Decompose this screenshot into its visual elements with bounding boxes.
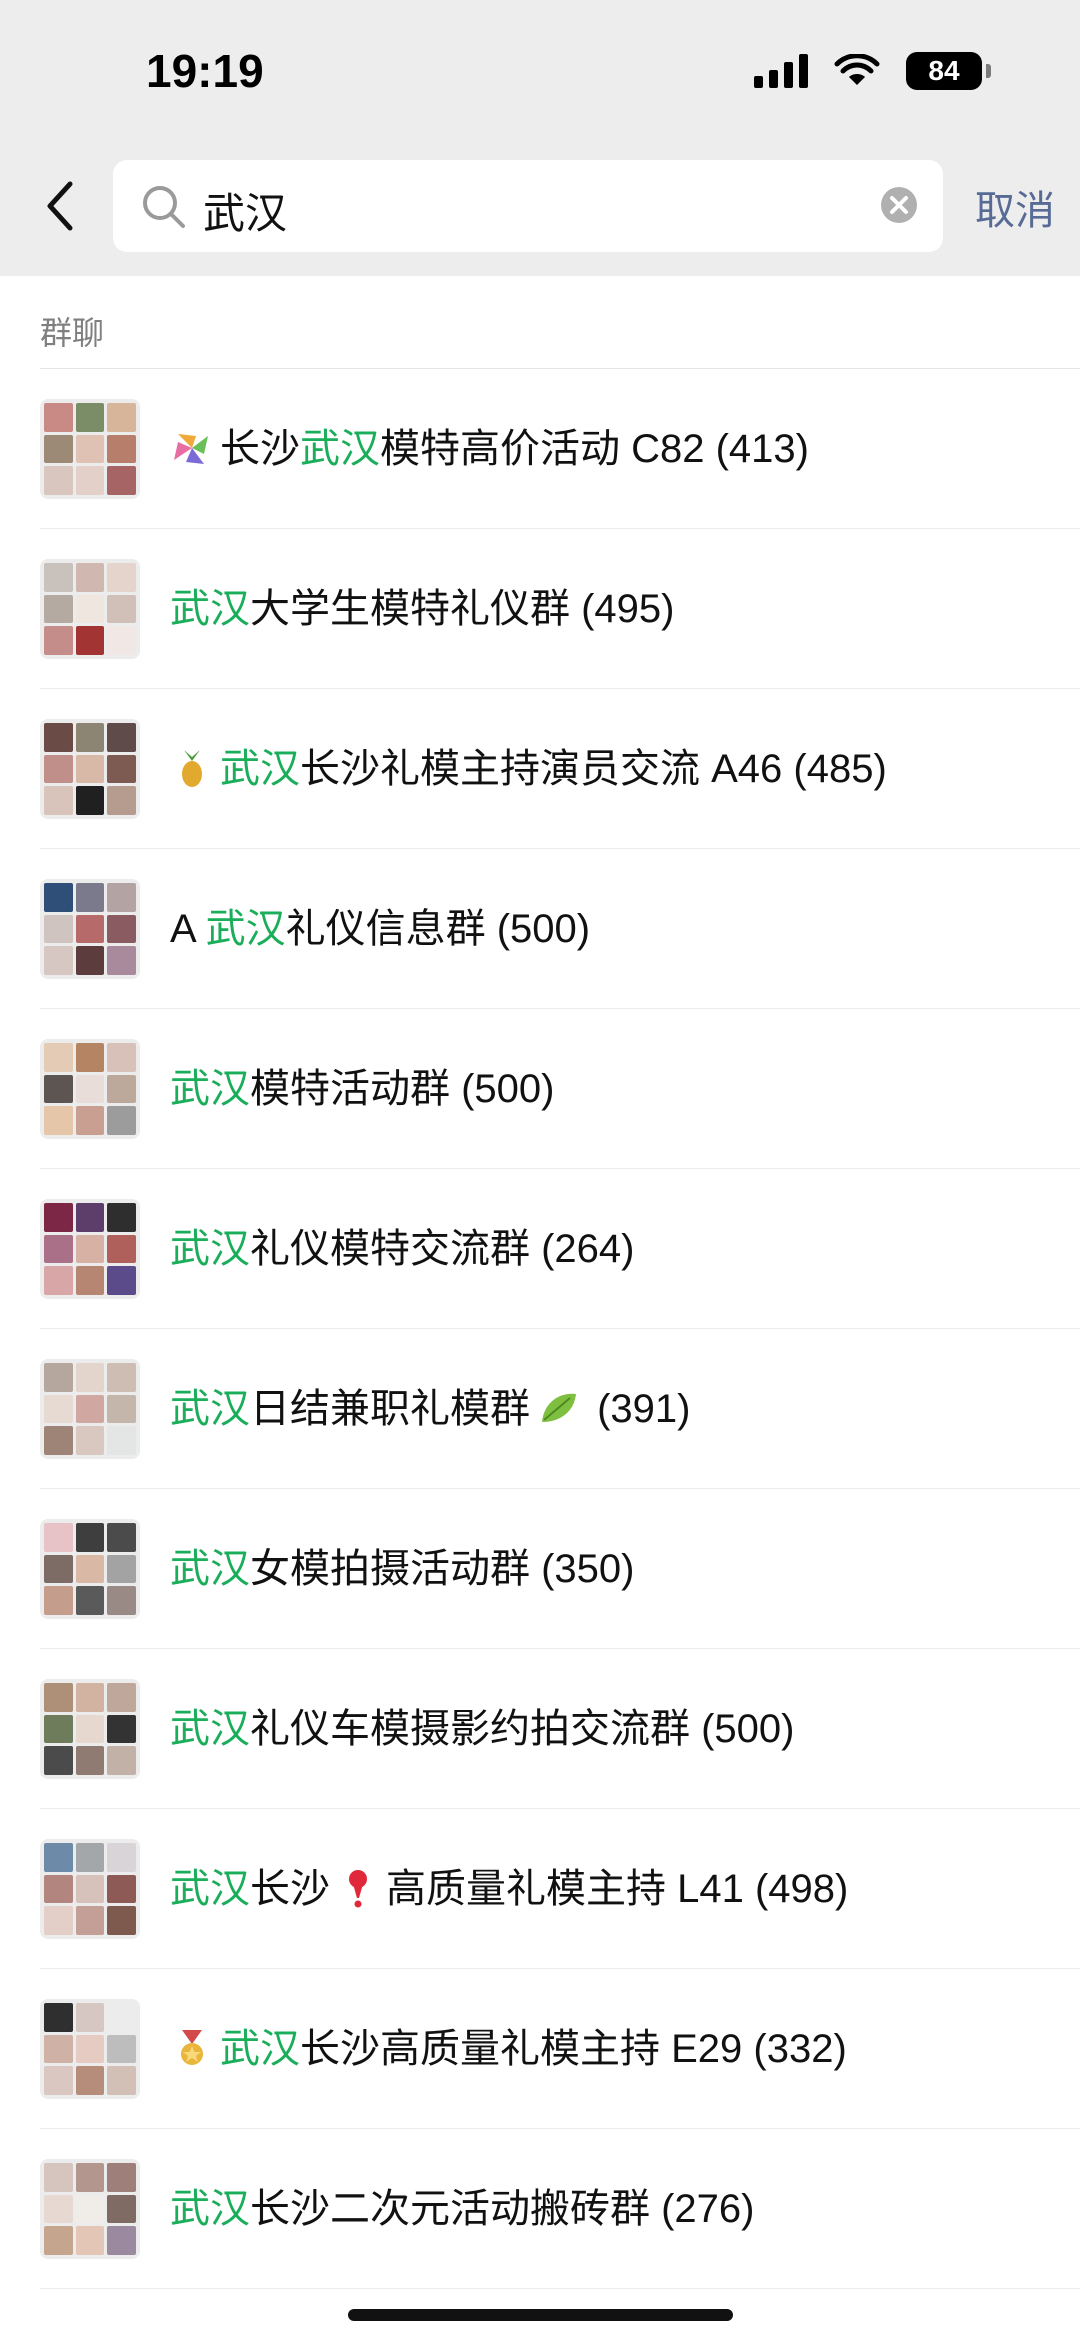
group-name: 武汉模特活动群 (500) bbox=[170, 1067, 555, 1111]
list-item[interactable]: 武汉女模拍摄活动群 (350) bbox=[0, 1489, 1080, 1649]
group-name: 武汉礼仪车模摄影约拍交流群 (500) bbox=[170, 1707, 795, 1751]
group-avatar bbox=[40, 1039, 140, 1139]
status-icons: 84 bbox=[754, 52, 991, 90]
pinwheel-icon bbox=[174, 434, 208, 464]
search-query[interactable]: 武汉 bbox=[203, 180, 287, 241]
list-item[interactable]: 武汉礼仪车模摄影约拍交流群 (500) bbox=[0, 1649, 1080, 1809]
list-item[interactable]: 长沙武汉模特高价活动 C82 (413) bbox=[0, 369, 1080, 529]
search-input[interactable]: 武汉 bbox=[113, 160, 943, 252]
top-bar: 19:19 84 武汉 取消 bbox=[0, 0, 1080, 276]
section-label: 群聊 bbox=[40, 315, 105, 351]
list-item[interactable]: 武汉模特活动群 (500) bbox=[0, 1009, 1080, 1169]
leaf-icon bbox=[542, 1393, 576, 1422]
wifi-icon bbox=[834, 54, 880, 85]
group-avatar bbox=[40, 1519, 140, 1619]
list-item[interactable]: 武汉长沙二次元活动搬砖群 (276) bbox=[0, 2129, 1080, 2289]
list-item[interactable]: 武汉长沙礼模主持演员交流 A46 (485) bbox=[0, 689, 1080, 849]
cellular-signal-icon bbox=[754, 54, 808, 88]
group-name: A 武汉礼仪信息群 (500) bbox=[170, 907, 591, 951]
group-avatar bbox=[40, 1679, 140, 1779]
group-name: 武汉长沙礼模主持演员交流 A46 (485) bbox=[170, 739, 887, 799]
group-name: 武汉大学生模特礼仪群 (495) bbox=[170, 587, 675, 631]
search-icon bbox=[143, 186, 185, 228]
group-name: 武汉礼仪模特交流群 (264) bbox=[170, 1227, 635, 1271]
group-name: 武汉日结兼职礼模群 (391) bbox=[170, 1387, 691, 1431]
home-indicator bbox=[348, 2309, 733, 2321]
group-avatar bbox=[40, 1999, 140, 2099]
battery-indicator: 84 bbox=[906, 52, 991, 90]
list-item[interactable]: 武汉大学生模特礼仪群 (495) bbox=[0, 529, 1080, 689]
list-item[interactable]: A 武汉礼仪信息群 (500) bbox=[0, 849, 1080, 1009]
group-avatar bbox=[40, 719, 140, 819]
list-item[interactable]: 武汉日结兼职礼模群 (391) bbox=[0, 1329, 1080, 1489]
list-item[interactable]: 武汉长沙高质量礼模主持 E29 (332) bbox=[0, 1969, 1080, 2129]
clear-icon[interactable] bbox=[879, 185, 919, 225]
medal-icon bbox=[181, 2030, 203, 2065]
group-name: 长沙武汉模特高价活动 C82 (413) bbox=[170, 419, 809, 479]
list-item[interactable]: 武汉礼仪模特交流群 (264) bbox=[0, 1169, 1080, 1329]
list-item[interactable]: 武汉长沙 高质量礼模主持 L41 (498) bbox=[0, 1809, 1080, 1969]
back-button[interactable] bbox=[38, 178, 82, 234]
group-name: 武汉长沙 高质量礼模主持 L41 (498) bbox=[170, 1867, 849, 1911]
exclamation-icon bbox=[349, 1870, 367, 1908]
group-avatar bbox=[40, 1359, 140, 1459]
group-avatar bbox=[40, 2159, 140, 2259]
group-avatar bbox=[40, 1199, 140, 1299]
group-avatar bbox=[40, 1839, 140, 1939]
group-avatar bbox=[40, 879, 140, 979]
pineapple-icon bbox=[182, 750, 202, 787]
group-name: 武汉长沙高质量礼模主持 E29 (332) bbox=[170, 2019, 847, 2079]
group-name: 武汉长沙二次元活动搬砖群 (276) bbox=[170, 2187, 755, 2231]
status-time: 19:19 bbox=[146, 45, 264, 97]
group-avatar bbox=[40, 559, 140, 659]
group-name: 武汉女模拍摄活动群 (350) bbox=[170, 1547, 635, 1591]
group-avatar bbox=[40, 399, 140, 499]
cancel-button[interactable]: 取消 bbox=[975, 178, 1055, 236]
results-list: 长沙武汉模特高价活动 C82 (413) 武汉大学生模特礼仪群 (495) 武汉… bbox=[0, 369, 1080, 2289]
